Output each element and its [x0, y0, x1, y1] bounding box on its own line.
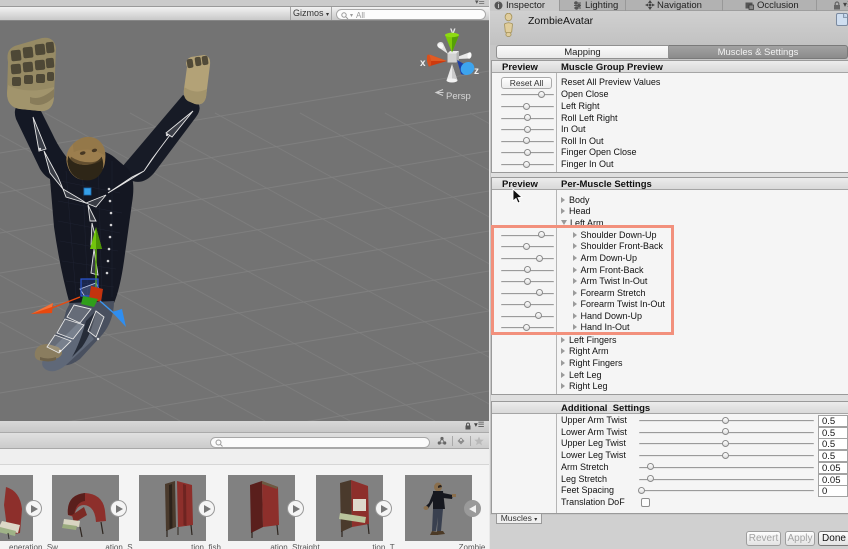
svg-text:z: z [474, 66, 479, 77]
svg-text:Persp: Persp [446, 91, 471, 102]
svg-text:x: x [420, 58, 426, 69]
